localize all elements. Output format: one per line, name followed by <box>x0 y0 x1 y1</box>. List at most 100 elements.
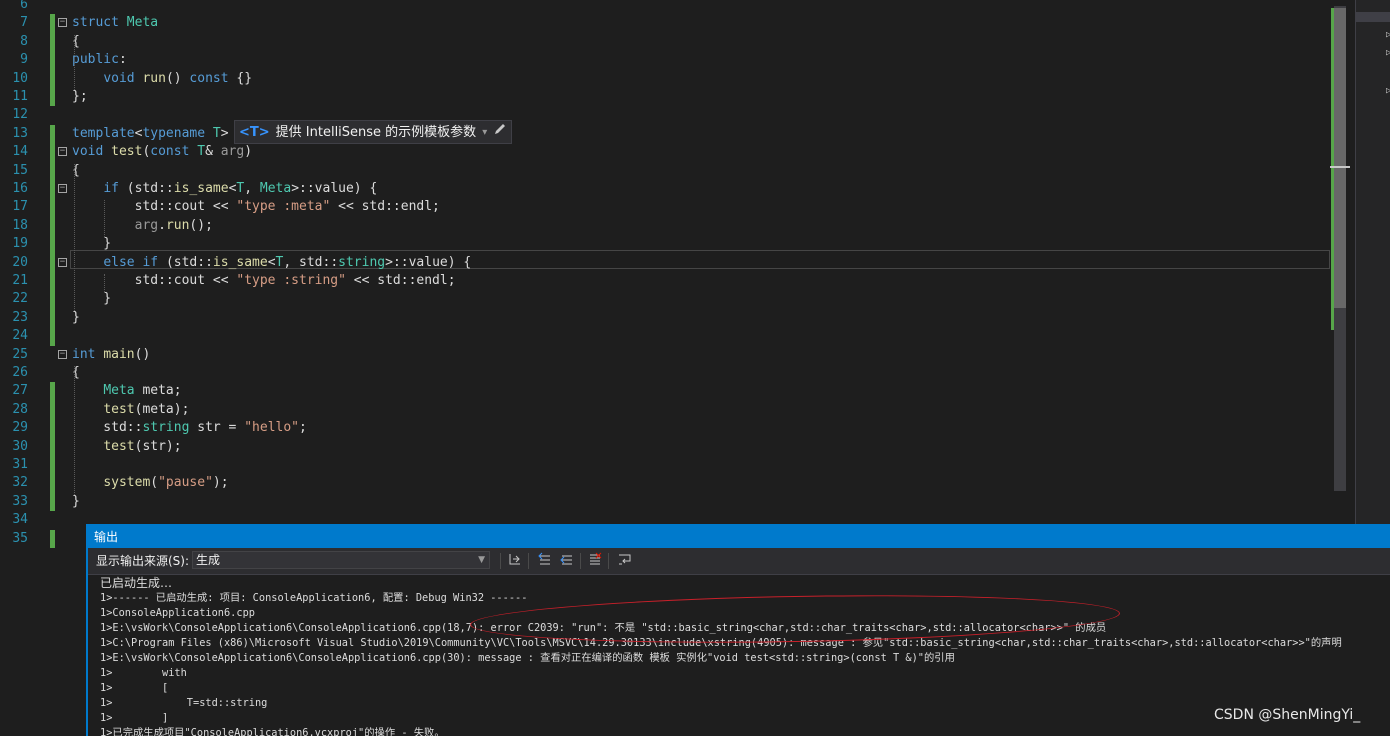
output-vertical-scrollbar[interactable] <box>1378 576 1390 736</box>
code-text: std::cout << "type :meta" << std::endl; <box>72 198 440 216</box>
editor-vertical-scrollbar[interactable] <box>1330 0 1350 524</box>
line-number: 7 <box>20 15 28 31</box>
code-line[interactable]: 14 − void test(const T& arg) <box>0 143 1330 162</box>
code-token: test <box>103 401 135 417</box>
clear-all-icon[interactable] <box>586 552 604 570</box>
change-indicator <box>50 32 55 52</box>
code-line[interactable]: 20 − else if (std::is_same<T, std::string… <box>0 253 1330 272</box>
code-token: , <box>244 181 260 196</box>
code-token: is_same <box>212 254 268 270</box>
word-wrap-icon[interactable] <box>616 552 634 570</box>
code-line[interactable]: 29 std::string str = "hello"; <box>0 419 1330 438</box>
change-indicator <box>50 143 55 162</box>
code-token: std::cout << <box>72 199 237 215</box>
code-line[interactable]: 27 Meta meta; <box>0 382 1330 401</box>
code-token: system <box>103 475 151 491</box>
code-line[interactable]: 17 std::cout << "type :meta" << std::end… <box>0 198 1330 217</box>
output-panel-title[interactable]: 输出 <box>88 524 1390 548</box>
code-line[interactable]: 18 arg.run(); <box>0 216 1330 236</box>
code-line[interactable]: 13 template<typename T> <box>0 124 1330 144</box>
collapse-icon[interactable]: − <box>58 184 67 193</box>
code-token: > <box>220 125 229 141</box>
code-token: ) <box>244 144 253 160</box>
toolbar-separator <box>608 553 609 569</box>
code-token: << std::endl; <box>330 199 440 215</box>
scrollbar-change-marker <box>1331 8 1334 330</box>
output-line: 1>E:\vsWork\ConsoleApplication6\ConsoleA… <box>100 622 1107 634</box>
code-text: } <box>72 235 111 253</box>
code-token: } <box>72 291 112 307</box>
code-line[interactable]: 25 − int main() <box>0 346 1330 364</box>
expand-arrow-icon[interactable]: ▷ <box>1386 86 1390 96</box>
next-message-icon[interactable] <box>558 552 576 570</box>
code-token: Meta <box>126 15 159 31</box>
code-text: std::cout << "type :string" << std::endl… <box>72 272 456 290</box>
code-line[interactable]: 28 test(meta); <box>0 400 1330 420</box>
code-text: public: <box>72 51 127 69</box>
code-token: void <box>103 70 143 86</box>
collapse-icon[interactable]: − <box>58 18 67 28</box>
goto-location-icon[interactable] <box>506 552 524 570</box>
intellisense-template-bar[interactable]: <T> 提供 IntelliSense 的示例模板参数 ▾ <box>234 120 513 144</box>
change-indicator <box>50 51 55 70</box>
line-number: 17 <box>12 199 28 215</box>
pencil-icon[interactable] <box>493 122 507 143</box>
code-line[interactable]: 10 void run() const {} <box>0 69 1330 88</box>
code-token: } <box>72 309 80 325</box>
code-line[interactable]: 7 − struct Meta <box>0 14 1330 33</box>
line-number: 10 <box>12 70 28 86</box>
expand-arrow-icon[interactable]: ▷ <box>1386 48 1390 58</box>
scrollbar-thumb[interactable] <box>1334 8 1346 308</box>
code-token: << std::endl; <box>345 273 456 288</box>
code-line[interactable]: 32 system("pause"); <box>0 474 1330 493</box>
solution-explorer-strip[interactable]: ▷ ▷ ▷ <box>1355 0 1390 524</box>
code-line[interactable]: 11}; <box>0 88 1330 107</box>
output-text-area[interactable]: 已启动生成… 1>------ 已启动生成: 项目: ConsoleApplica… <box>100 576 1370 736</box>
collapse-icon[interactable]: − <box>58 257 67 267</box>
code-token: void <box>72 144 112 160</box>
code-line[interactable]: 21 std::cout << "type :string" << std::e… <box>0 272 1330 291</box>
change-indicator <box>50 235 55 254</box>
change-indicator <box>50 272 55 291</box>
code-token: {} <box>236 70 253 86</box>
code-line[interactable]: 12 <box>0 106 1330 124</box>
code-token: run <box>165 217 190 233</box>
code-token: str = <box>197 420 245 436</box>
code-line[interactable]: 26{ <box>0 364 1330 382</box>
code-token: >::value) { <box>385 254 472 270</box>
collapse-icon[interactable]: − <box>58 147 67 157</box>
code-line[interactable]: 15{ <box>0 161 1330 180</box>
code-line[interactable]: 19 } <box>0 235 1330 254</box>
output-panel[interactable]: 输出 显示输出来源(S): 生成 ▼ 已启动生成… 1>------ 已启动生成:… <box>86 524 1390 736</box>
code-line[interactable]: 22 } <box>0 290 1330 309</box>
code-line[interactable]: 33} <box>0 492 1330 512</box>
code-token: >::value) { <box>291 181 378 196</box>
code-line[interactable]: 30 test(str); <box>0 437 1330 456</box>
code-line[interactable]: 23} <box>0 308 1330 328</box>
tool-window-tab[interactable] <box>1356 12 1390 22</box>
line-number: 23 <box>12 309 28 325</box>
collapse-icon[interactable]: − <box>58 349 67 359</box>
code-line[interactable]: 8{ <box>0 32 1330 52</box>
code-line[interactable]: 9 public: <box>0 51 1330 70</box>
code-line[interactable]: 24 <box>0 327 1330 346</box>
code-token: (meta); <box>134 401 190 417</box>
expand-arrow-icon[interactable]: ▷ <box>1386 30 1390 40</box>
code-token: const <box>189 70 237 86</box>
change-indicator <box>50 14 55 33</box>
output-source-select[interactable]: 生成 ▼ <box>192 551 490 569</box>
code-text: } <box>72 309 80 327</box>
prev-message-icon[interactable] <box>536 552 554 570</box>
code-text: test(str); <box>72 438 181 456</box>
code-line[interactable]: 6 <box>0 0 1330 14</box>
code-line[interactable]: 31 <box>0 456 1330 475</box>
code-token: < <box>267 254 276 270</box>
code-token: "hello" <box>244 420 300 436</box>
line-number: 35 <box>12 530 28 546</box>
code-line[interactable]: 16 − if (std::is_same<T, Meta>::value) { <box>0 180 1330 199</box>
change-indicator <box>50 253 55 272</box>
chevron-down-icon[interactable]: ▾ <box>482 122 487 143</box>
code-token: test <box>111 144 143 160</box>
